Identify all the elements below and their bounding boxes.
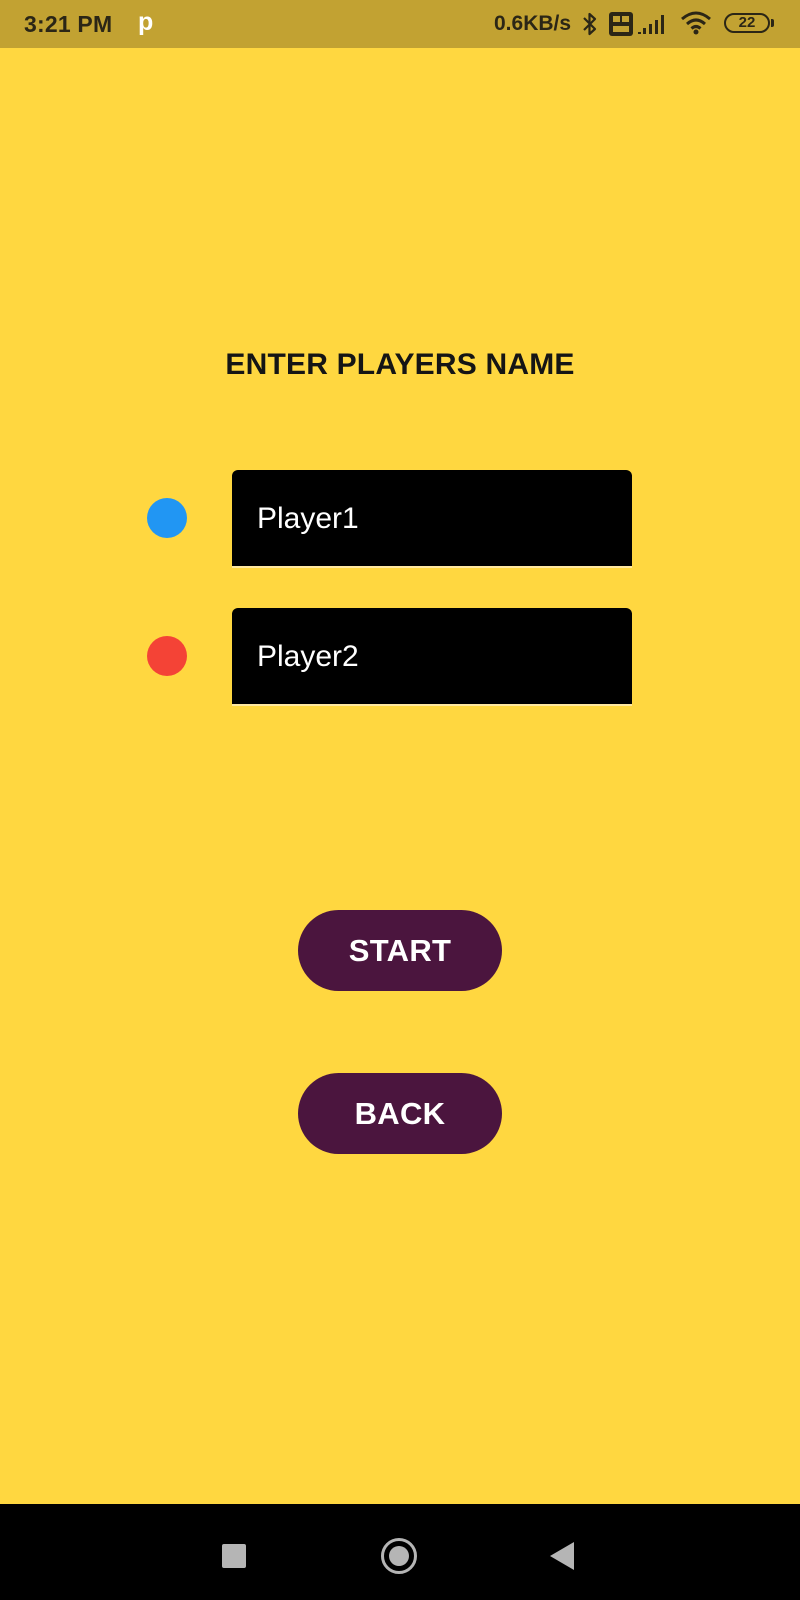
home-icon-inner <box>389 1546 409 1566</box>
player2-name-input[interactable] <box>232 608 632 705</box>
navigation-bar <box>0 1504 800 1600</box>
signal-icon <box>638 12 670 41</box>
recents-icon[interactable] <box>222 1544 246 1568</box>
status-time: 3:21 PM <box>24 11 113 37</box>
bluetooth-icon <box>582 11 598 42</box>
page-title: ENTER PLAYERS NAME <box>225 348 575 381</box>
status-bar: 3:21 PM p 0.6KB/s 22 <box>0 0 800 48</box>
home-icon[interactable] <box>381 1538 417 1574</box>
player2-input-underline <box>232 704 632 706</box>
network-speed: 0.6KB/s <box>494 12 572 35</box>
player1-name-input[interactable] <box>232 470 632 567</box>
player2-color-dot <box>147 636 187 676</box>
player1-input-underline <box>232 566 632 568</box>
player1-color-dot <box>147 498 187 538</box>
volte-icon <box>609 12 633 41</box>
back-icon[interactable] <box>550 1542 574 1570</box>
notification-icon: p <box>138 8 154 36</box>
battery-icon: 22 <box>724 13 770 33</box>
battery-tip <box>771 19 774 27</box>
back-button[interactable]: BACK <box>298 1073 502 1154</box>
start-button[interactable]: START <box>298 910 502 991</box>
wifi-icon <box>680 11 712 40</box>
